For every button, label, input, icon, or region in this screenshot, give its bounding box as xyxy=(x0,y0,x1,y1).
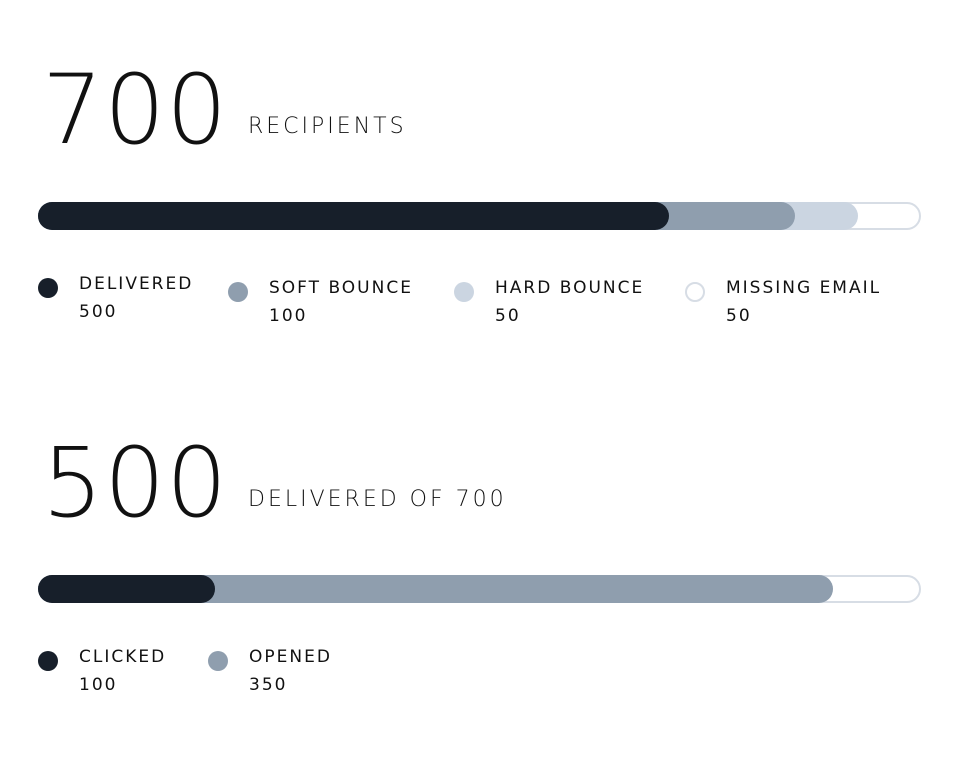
bar-segment-delivered xyxy=(38,202,669,230)
delivered-progress-bar xyxy=(38,575,921,603)
legend-label: CLICKED xyxy=(79,647,167,667)
soft-bounce-dot-icon xyxy=(228,282,248,302)
recipients-total: 700 xyxy=(42,54,229,166)
legend-value: 50 xyxy=(726,306,752,326)
recipients-section: 700 RECIPIENTS DELIVERED 500 SOFT BOUNCE… xyxy=(38,54,921,326)
delivered-caption: DELIVERED OF 700 xyxy=(248,487,507,512)
legend-value: 100 xyxy=(269,306,308,326)
recipients-progress-bar xyxy=(38,202,921,230)
legend-value: 100 xyxy=(79,675,118,695)
delivered-dot-icon xyxy=(38,278,58,298)
legend-value: 350 xyxy=(249,675,288,695)
delivered-total: 500 xyxy=(42,427,229,539)
opened-dot-icon xyxy=(208,651,228,671)
legend-value: 500 xyxy=(79,302,118,322)
legend-value: 50 xyxy=(495,306,521,326)
legend-label: SOFT BOUNCE xyxy=(269,278,413,298)
bar-segment-clicked xyxy=(38,575,215,603)
recipients-caption: RECIPIENTS xyxy=(248,114,407,139)
legend-label: MISSING EMAIL xyxy=(726,278,882,298)
delivered-section: 500 DELIVERED OF 700 CLICKED 100 OPENED … xyxy=(38,427,921,695)
missing-email-dot-icon xyxy=(685,282,705,302)
legend-label: HARD BOUNCE xyxy=(495,278,645,298)
hard-bounce-dot-icon xyxy=(454,282,474,302)
clicked-dot-icon xyxy=(38,651,58,671)
legend-label: OPENED xyxy=(249,647,332,667)
legend-label: DELIVERED xyxy=(79,274,194,294)
